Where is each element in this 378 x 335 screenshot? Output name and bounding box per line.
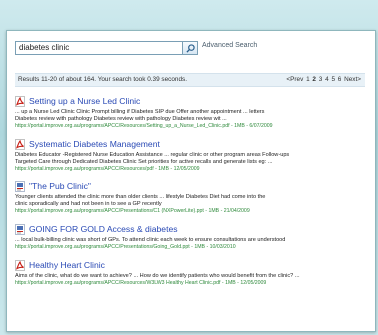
result-url: https://portal.improve.org.au/programs/A… bbox=[15, 208, 250, 214]
result-title-link[interactable]: GOING FOR GOLD Access & diabetes bbox=[29, 224, 178, 234]
result-title-link[interactable]: "The Pub Clinic" bbox=[29, 181, 91, 191]
result-snippet: ... up a Nurse Led Clinic Clinic Prompt … bbox=[15, 109, 265, 115]
result-url: https://portal.improve.org.au/programs/A… bbox=[15, 123, 273, 129]
result-title-row[interactable]: GOING FOR GOLD Access & diabetes bbox=[15, 223, 367, 235]
results-summary-bar: Results 11-20 of about 164. Your search … bbox=[15, 73, 365, 87]
result-snippet-line-2: Targeted Care through Dedicated Diabetes… bbox=[15, 159, 273, 165]
search-result: Systematic Diabetes Management Diabetes … bbox=[15, 138, 367, 173]
search-bar: Advanced Search bbox=[15, 41, 367, 57]
page-link-5[interactable]: 5 bbox=[331, 76, 335, 83]
advanced-search-link[interactable]: Advanced Search bbox=[202, 42, 257, 49]
result-title-link[interactable]: Setting up a Nurse Led Clinic bbox=[29, 96, 140, 106]
result-title-row[interactable]: Systematic Diabetes Management bbox=[15, 138, 367, 150]
result-snippet: ... local bulk-billing clinic was short … bbox=[15, 237, 286, 243]
result-title-row[interactable]: Healthy Heart Clinic bbox=[15, 259, 367, 271]
page-link-3[interactable]: 3 bbox=[319, 76, 323, 83]
page-link-1[interactable]: 1 bbox=[306, 76, 310, 83]
result-title-row[interactable]: Setting up a Nurse Led Clinic bbox=[15, 95, 367, 107]
search-result: Setting up a Nurse Led Clinic ... up a N… bbox=[15, 95, 367, 130]
result-title-link[interactable]: Healthy Heart Clinic bbox=[29, 260, 105, 270]
result-snippet-line-2: clinic sporadically and had not been in … bbox=[15, 201, 162, 207]
search-input[interactable] bbox=[15, 41, 183, 55]
result-url: https://portal.improve.org.au/programs/A… bbox=[15, 166, 200, 172]
result-url: https://portal.improve.org.au/programs/A… bbox=[15, 244, 236, 250]
results-count-text: Results 11-20 of about 164. Your search … bbox=[18, 76, 187, 83]
page-link-6[interactable]: 6 bbox=[338, 76, 342, 83]
result-title-link[interactable]: Systematic Diabetes Management bbox=[29, 139, 160, 149]
result-snippet-line-2: Diabetes review with pathology Diabetes … bbox=[15, 116, 227, 122]
page-link-4[interactable]: 4 bbox=[325, 76, 329, 83]
result-title-row[interactable]: "The Pub Clinic" bbox=[15, 180, 367, 192]
result-snippet: Younger clients attended the clinic more… bbox=[15, 194, 266, 200]
ppt-icon bbox=[15, 223, 25, 235]
search-button[interactable] bbox=[182, 41, 198, 55]
search-result: GOING FOR GOLD Access & diabetes ... loc… bbox=[15, 223, 367, 251]
ppt-icon bbox=[15, 180, 25, 192]
search-result: Healthy Heart Clinic Aims of the clinic,… bbox=[15, 259, 367, 287]
prev-page-link[interactable]: <Prev bbox=[286, 76, 303, 83]
result-snippet: Diabetes Educator -Registered Nurse Educ… bbox=[15, 152, 290, 158]
next-page-link[interactable]: Next> bbox=[344, 76, 361, 83]
search-icon bbox=[185, 43, 195, 53]
search-result: "The Pub Clinic" Younger clients attende… bbox=[15, 180, 367, 215]
pagination: <Prev 1 2 3 4 5 6 Next> bbox=[285, 74, 361, 86]
pdf-icon bbox=[15, 259, 25, 271]
search-results-panel: Advanced Search Results 11-20 of about 1… bbox=[6, 30, 376, 332]
pdf-icon bbox=[15, 95, 25, 107]
pdf-icon bbox=[15, 138, 25, 150]
result-snippet: Aims of the clinic, what do we want to a… bbox=[15, 273, 300, 279]
result-url: https://portal.improve.org.au/programs/A… bbox=[15, 280, 267, 286]
page-link-2: 2 bbox=[312, 76, 316, 83]
